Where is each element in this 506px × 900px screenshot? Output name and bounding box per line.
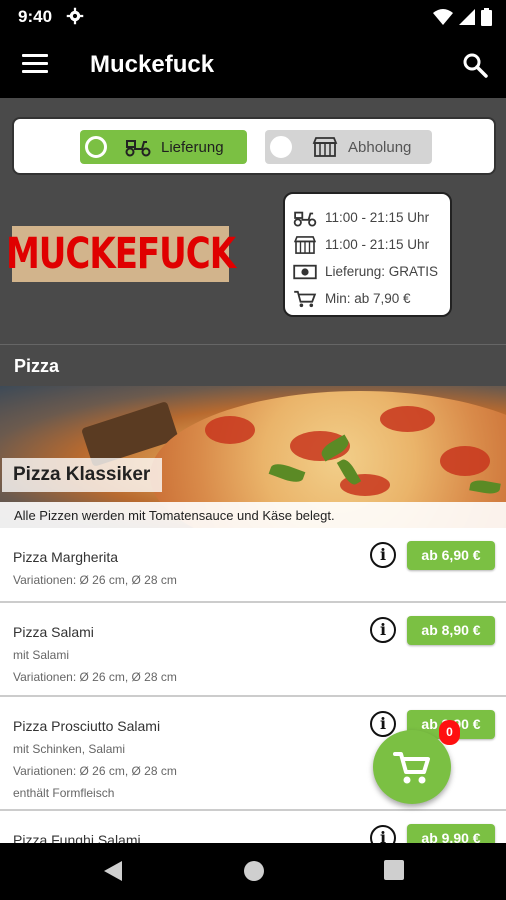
delivery-label: Lieferung [161,138,224,156]
section-title: Pizza [14,356,60,376]
delivery-hours-row: 11:00 - 21:15 Uhr [293,204,450,231]
scooter-icon [125,140,151,157]
back-icon[interactable] [102,859,124,883]
restaurant-info-card: 11:00 - 21:15 Uhr 11:00 - 21:15 Uhr Lief… [283,192,452,317]
pickup-hours: 11:00 - 21:15 Uhr [325,237,430,252]
cart-button[interactable] [373,730,451,804]
category-banner: Pizza Klassiker Alle Pizzen werden mit T… [0,386,506,528]
signal-icon [459,9,475,25]
menu-item[interactable]: Pizza Salami mit Salami Variationen: Ø 2… [0,603,506,697]
logo-text: MUCKEFUCK [5,229,236,279]
search-icon[interactable] [462,52,488,78]
battery-icon [481,8,492,26]
pickup-hours-row: 11:00 - 21:15 Uhr [293,231,450,258]
home-icon[interactable] [242,859,266,883]
status-time: 9:40 [18,7,53,26]
info-icon[interactable] [370,542,396,568]
wifi-icon [433,9,453,25]
store-icon [312,137,338,157]
info-icon[interactable] [370,617,396,643]
cart-icon [393,752,430,784]
add-item-button[interactable]: ab 8,90 € [407,616,495,645]
money-icon [293,264,317,279]
add-item-button[interactable]: ab 9,90 € [407,824,495,843]
restaurant-logo: MUCKEFUCK [6,226,236,282]
delivery-option[interactable]: Lieferung [80,130,247,164]
minimum-order-row: Min: ab 7,90 € [293,285,450,312]
recents-icon[interactable] [383,859,405,881]
delivery-fee-row: Lieferung: GRATIS [293,258,450,285]
app-bar: Muckefuck [0,34,506,98]
category-description: Alle Pizzen werden mit Tomatensauce und … [0,502,506,528]
pickup-option[interactable]: Abholung [265,130,432,164]
scooter-icon [293,211,317,227]
radio-unselected-icon [270,136,292,158]
status-bar: 9:40 [0,0,506,34]
store-icon [293,235,317,254]
menu-icon[interactable] [22,54,48,76]
gear-icon [66,7,84,25]
delivery-fee: Lieferung: GRATIS [325,264,439,279]
section-header: Pizza [0,344,506,386]
page-title: Muckefuck [90,51,215,78]
system-nav-bar [0,843,506,900]
cart-icon [294,290,317,307]
minimum-order: Min: ab 7,90 € [325,291,411,306]
item-detail: mit Salami [13,648,70,662]
menu-item[interactable]: Pizza Funghi Salami ab 9,90 € [0,811,506,843]
radio-selected-icon [85,136,107,158]
category-title: Pizza Klassiker [2,458,163,492]
main-content: Lieferung Abholung MUCKEFUCK 11:00 - 21:… [0,98,506,843]
item-detail: Variationen: Ø 26 cm, Ø 28 cm [13,573,177,587]
delivery-hours: 11:00 - 21:15 Uhr [325,210,430,225]
order-mode-toggle: Lieferung Abholung [12,117,496,175]
menu-item[interactable]: Pizza Margherita Variationen: Ø 26 cm, Ø… [0,528,506,603]
cart-count-badge: 0 [439,720,460,745]
item-detail: Variationen: Ø 26 cm, Ø 28 cm [13,670,177,684]
info-icon[interactable] [370,825,396,843]
add-item-button[interactable]: ab 6,90 € [407,541,495,570]
info-icon[interactable] [370,711,396,737]
pickup-label: Abholung [348,138,412,156]
